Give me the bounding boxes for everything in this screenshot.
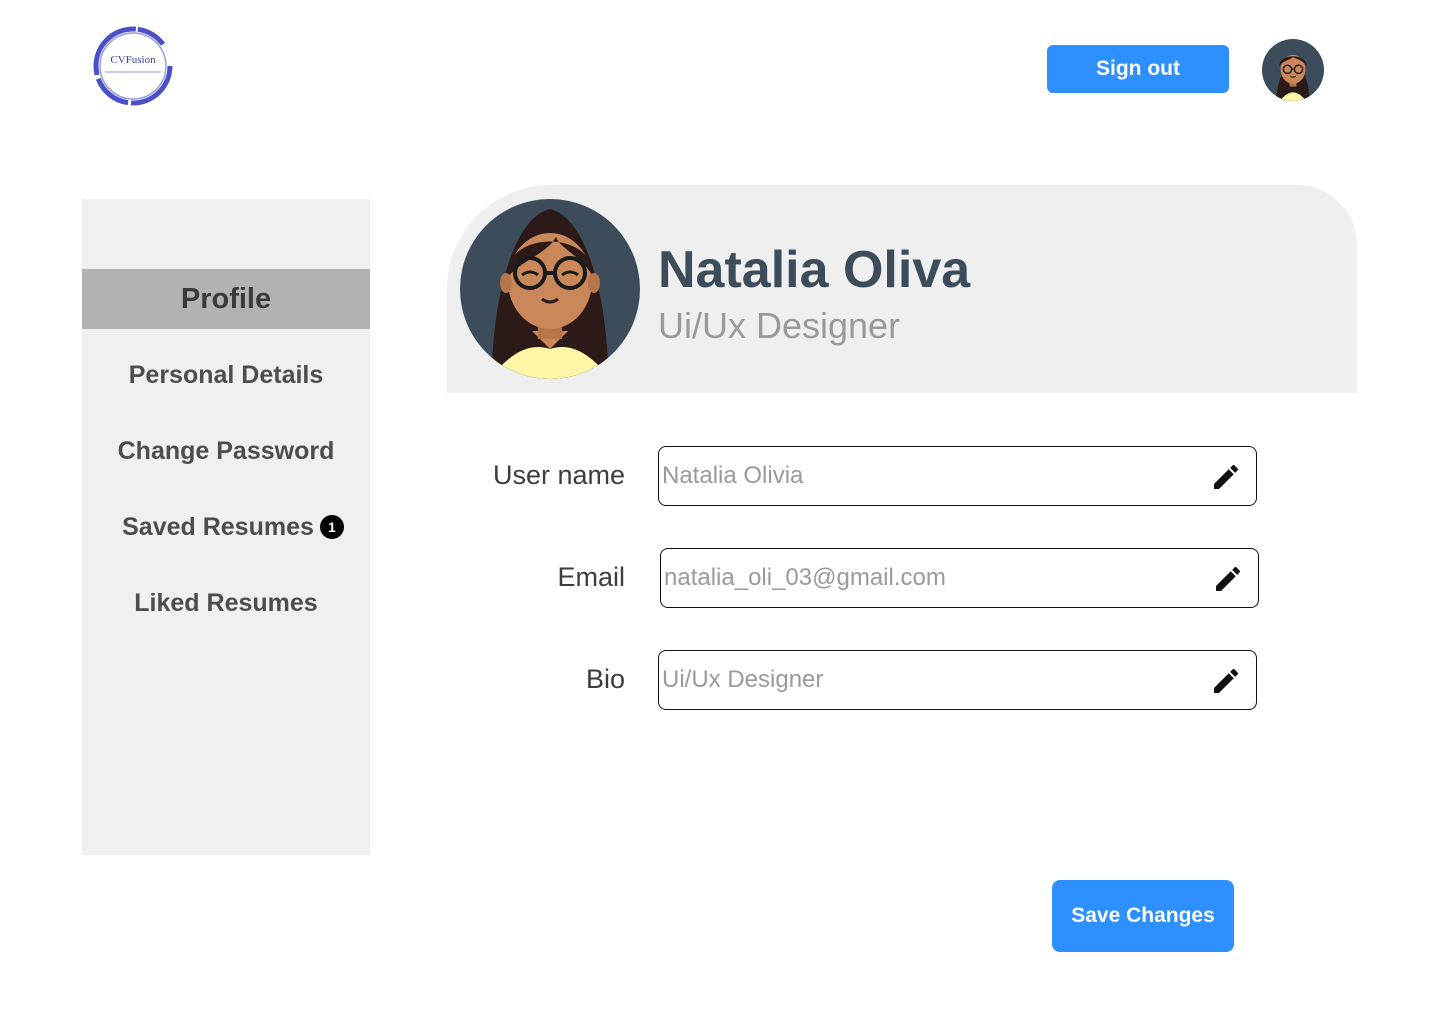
sidebar-item-saved-resumes[interactable]: Saved Resumes 1 [82,507,370,547]
username-field [658,446,1257,506]
sidebar-item-change-password[interactable]: Change Password [82,431,370,471]
sidebar-item-personal-details[interactable]: Personal Details [82,355,370,395]
saved-resumes-count-badge: 1 [319,515,344,539]
username-label: User name [492,460,625,490]
bio-label: Bio [585,664,625,694]
logo-tagline [105,71,161,73]
email-input[interactable] [664,549,1194,606]
logo-text: CVFusion [110,54,156,66]
email-label: Email [557,562,625,592]
sidebar-item-label: Change Password [117,436,335,465]
sidebar-item-label: Liked Resumes [134,588,318,617]
edit-pencil-icon[interactable] [1210,665,1242,697]
sidebar-item-label: Personal Details [128,360,324,389]
sidebar-item-liked-resumes[interactable]: Liked Resumes [82,583,370,623]
profile-role: Ui/Ux Designer [658,305,901,346]
edit-pencil-icon[interactable] [1212,563,1244,595]
bio-input[interactable] [662,651,1192,708]
email-field [660,548,1259,608]
profile-name: Natalia Oliva [658,241,971,299]
edit-pencil-icon[interactable] [1210,461,1242,493]
logo-ring-icon [93,26,173,106]
save-changes-button[interactable]: Save Changes [1052,880,1234,952]
sign-out-button[interactable]: Sign out [1047,45,1229,93]
sidebar: Profile Personal Details Change Password… [82,199,370,855]
profile-avatar[interactable] [460,199,640,379]
header-avatar[interactable] [1262,39,1324,101]
logo[interactable]: CVFusion [91,24,175,108]
bio-field [658,650,1257,710]
sidebar-item-label: Saved Resumes [122,512,314,541]
sidebar-item-profile[interactable]: Profile [82,269,370,329]
username-input[interactable] [662,447,1192,504]
